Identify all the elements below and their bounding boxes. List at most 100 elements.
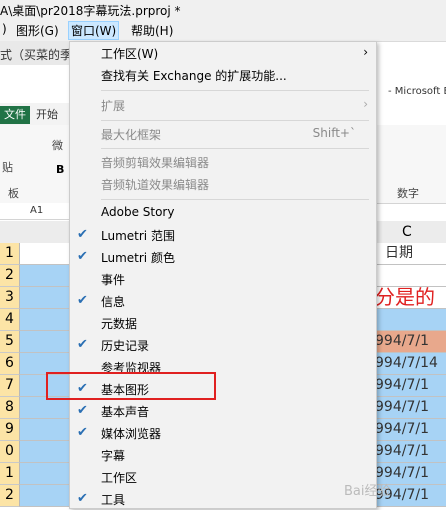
row-header[interactable]: 0 — [0, 441, 20, 463]
menu-item-label: 历史记录 — [101, 339, 150, 353]
menu-item-label: Lumetri 颜色 — [101, 251, 175, 265]
menu-item-adobe-story[interactable]: Adobe Story — [70, 202, 376, 224]
checkmark-icon: ✔ — [77, 425, 88, 440]
menu-item-lumetri-scopes[interactable]: ✔ Lumetri 范围 — [70, 224, 376, 246]
menu-item-label: 事件 — [101, 273, 126, 287]
cell-c[interactable]: 994/7/1 — [375, 419, 446, 441]
menu-item-media-browser[interactable]: ✔ 媒体浏览器 — [70, 422, 376, 444]
window-title: A\桌面\pr2018字幕玩法.prproj * — [0, 4, 181, 18]
menu-item-label: Adobe Story — [101, 205, 175, 219]
menu-item-metadata[interactable]: 元数据 — [70, 312, 376, 334]
cell-a[interactable] — [20, 265, 70, 287]
panel-tab-label: 式（买菜的季 — [0, 48, 73, 62]
watermark: Bai经验 — [344, 484, 391, 499]
menu-item-lumetri-color[interactable]: ✔ Lumetri 颜色 — [70, 246, 376, 268]
bold-button[interactable]: B — [56, 163, 64, 176]
cell-c[interactable]: 994/7/14 — [375, 353, 446, 375]
menu-item-maximize-frame[interactable]: 最大化框架 Shift+` — [70, 123, 376, 145]
chevron-right-icon: › — [363, 97, 368, 111]
excel-title: - Microsoft Ex — [388, 86, 446, 97]
column-c-header[interactable]: C — [402, 224, 412, 240]
excel-ribbon-left: 微 B 贴 板 — [0, 125, 70, 204]
row-header[interactable]: 4 — [0, 309, 20, 331]
checkmark-icon: ✔ — [77, 491, 88, 506]
menu-item-workspaces[interactable]: 工作区 — [70, 466, 376, 488]
cell-a[interactable] — [20, 331, 70, 353]
excel-file-tab[interactable]: 文件 — [0, 106, 30, 124]
menu-help[interactable]: 帮助(H) — [131, 22, 173, 39]
menu-item-audio-clip-effect-editor[interactable]: 音频剪辑效果编辑器 — [70, 151, 376, 173]
cell-c[interactable]: 994/7/1 — [375, 331, 446, 353]
excel-home-tab[interactable]: 开始 — [36, 106, 58, 122]
menu-item-label: 基本声音 — [101, 405, 150, 419]
cell-c-header[interactable]: 日期 — [375, 243, 446, 265]
menu-item-label: 查找有关 Exchange 的扩展功能... — [101, 69, 287, 83]
menu-item-label: 工作区(W) — [101, 47, 159, 61]
paste-label: 贴 — [2, 161, 13, 174]
name-box-value: A1 — [30, 205, 44, 216]
menu-item-label: 工作区 — [101, 471, 138, 485]
menu-item-label: 信息 — [101, 295, 126, 309]
cell-c[interactable] — [375, 309, 446, 331]
row-header[interactable]: 1 — [0, 463, 20, 485]
checkmark-icon: ✔ — [77, 227, 88, 242]
menu-item-find-exchange[interactable]: 查找有关 Exchange 的扩展功能... — [70, 64, 376, 86]
checkmark-icon: ✔ — [77, 249, 88, 264]
menu-edit-tail[interactable]: ) — [2, 22, 7, 36]
checkmark-icon: ✔ — [77, 403, 88, 418]
menu-separator — [101, 148, 369, 149]
cell-a[interactable] — [20, 287, 70, 309]
title-bar: A\桌面\pr2018字幕玩法.prproj * — [0, 0, 446, 20]
menu-item-label: 音频轨道效果编辑器 — [101, 178, 210, 192]
menu-item-history[interactable]: ✔ 历史记录 — [70, 334, 376, 356]
menu-item-label: 媒体浏览器 — [101, 427, 162, 441]
menu-item-info[interactable]: ✔ 信息 — [70, 290, 376, 312]
cell-a[interactable] — [20, 441, 70, 463]
menu-graphics[interactable]: 图形(G) — [16, 22, 59, 39]
row-header[interactable]: 8 — [0, 397, 20, 419]
cell-c-red-text[interactable]: 分是的 — [375, 287, 446, 309]
menu-item-label: 音频剪辑效果编辑器 — [101, 156, 210, 170]
row-header[interactable]: 3 — [0, 287, 20, 309]
cell-a[interactable] — [20, 397, 70, 419]
menu-item-label: 最大化框架 — [101, 128, 162, 142]
checkmark-icon: ✔ — [77, 293, 88, 308]
number-group-label: 数字 — [397, 187, 419, 200]
excel-ribbon-right: 数字 — [375, 125, 446, 204]
menu-separator — [101, 199, 369, 200]
cell-c[interactable]: 994/7/1 — [375, 375, 446, 397]
menu-item-extensions[interactable]: 扩展 › — [70, 94, 376, 116]
menu-item-essential-sound[interactable]: ✔ 基本声音 — [70, 400, 376, 422]
cell-a[interactable] — [20, 485, 70, 507]
annotation-highlight-box — [46, 372, 216, 400]
menu-window[interactable]: 窗口(W) — [68, 21, 120, 40]
cell-c[interactable]: 994/7/1 — [375, 397, 446, 419]
menu-item-workspace-submenu[interactable]: 工作区(W) › — [70, 42, 376, 64]
menu-item-shortcut: Shift+` — [312, 126, 356, 140]
cell-a[interactable] — [20, 419, 70, 441]
menu-item-label: Lumetri 范围 — [101, 229, 175, 243]
menu-item-events[interactable]: 事件 — [70, 268, 376, 290]
row-header[interactable]: 9 — [0, 419, 20, 441]
cell-c[interactable]: 994/7/1 — [375, 441, 446, 463]
checkmark-icon: ✔ — [77, 337, 88, 352]
menu-item-captions[interactable]: 字幕 — [70, 444, 376, 466]
row-header[interactable]: 2 — [0, 485, 20, 507]
chevron-right-icon: › — [363, 45, 368, 59]
menu-item-label: 字幕 — [101, 449, 126, 463]
row-header[interactable]: 6 — [0, 353, 20, 375]
ribbon-font-label: 微 — [52, 139, 63, 152]
cell-a[interactable] — [20, 463, 70, 485]
row-header[interactable]: 1 — [0, 243, 20, 265]
menu-item-label: 工具 — [101, 493, 126, 507]
menu-item-audio-track-effect-editor[interactable]: 音频轨道效果编辑器 — [70, 173, 376, 195]
row-header[interactable]: 5 — [0, 331, 20, 353]
menu-item-label: 元数据 — [101, 317, 138, 331]
row-header[interactable]: 2 — [0, 265, 20, 287]
cell-a[interactable] — [20, 243, 70, 265]
row-header[interactable]: 7 — [0, 375, 20, 397]
clipboard-label: 板 — [8, 187, 19, 200]
name-box[interactable]: A1 — [0, 203, 70, 220]
menu-item-label: 扩展 — [101, 99, 126, 113]
cell-a[interactable] — [20, 309, 70, 331]
